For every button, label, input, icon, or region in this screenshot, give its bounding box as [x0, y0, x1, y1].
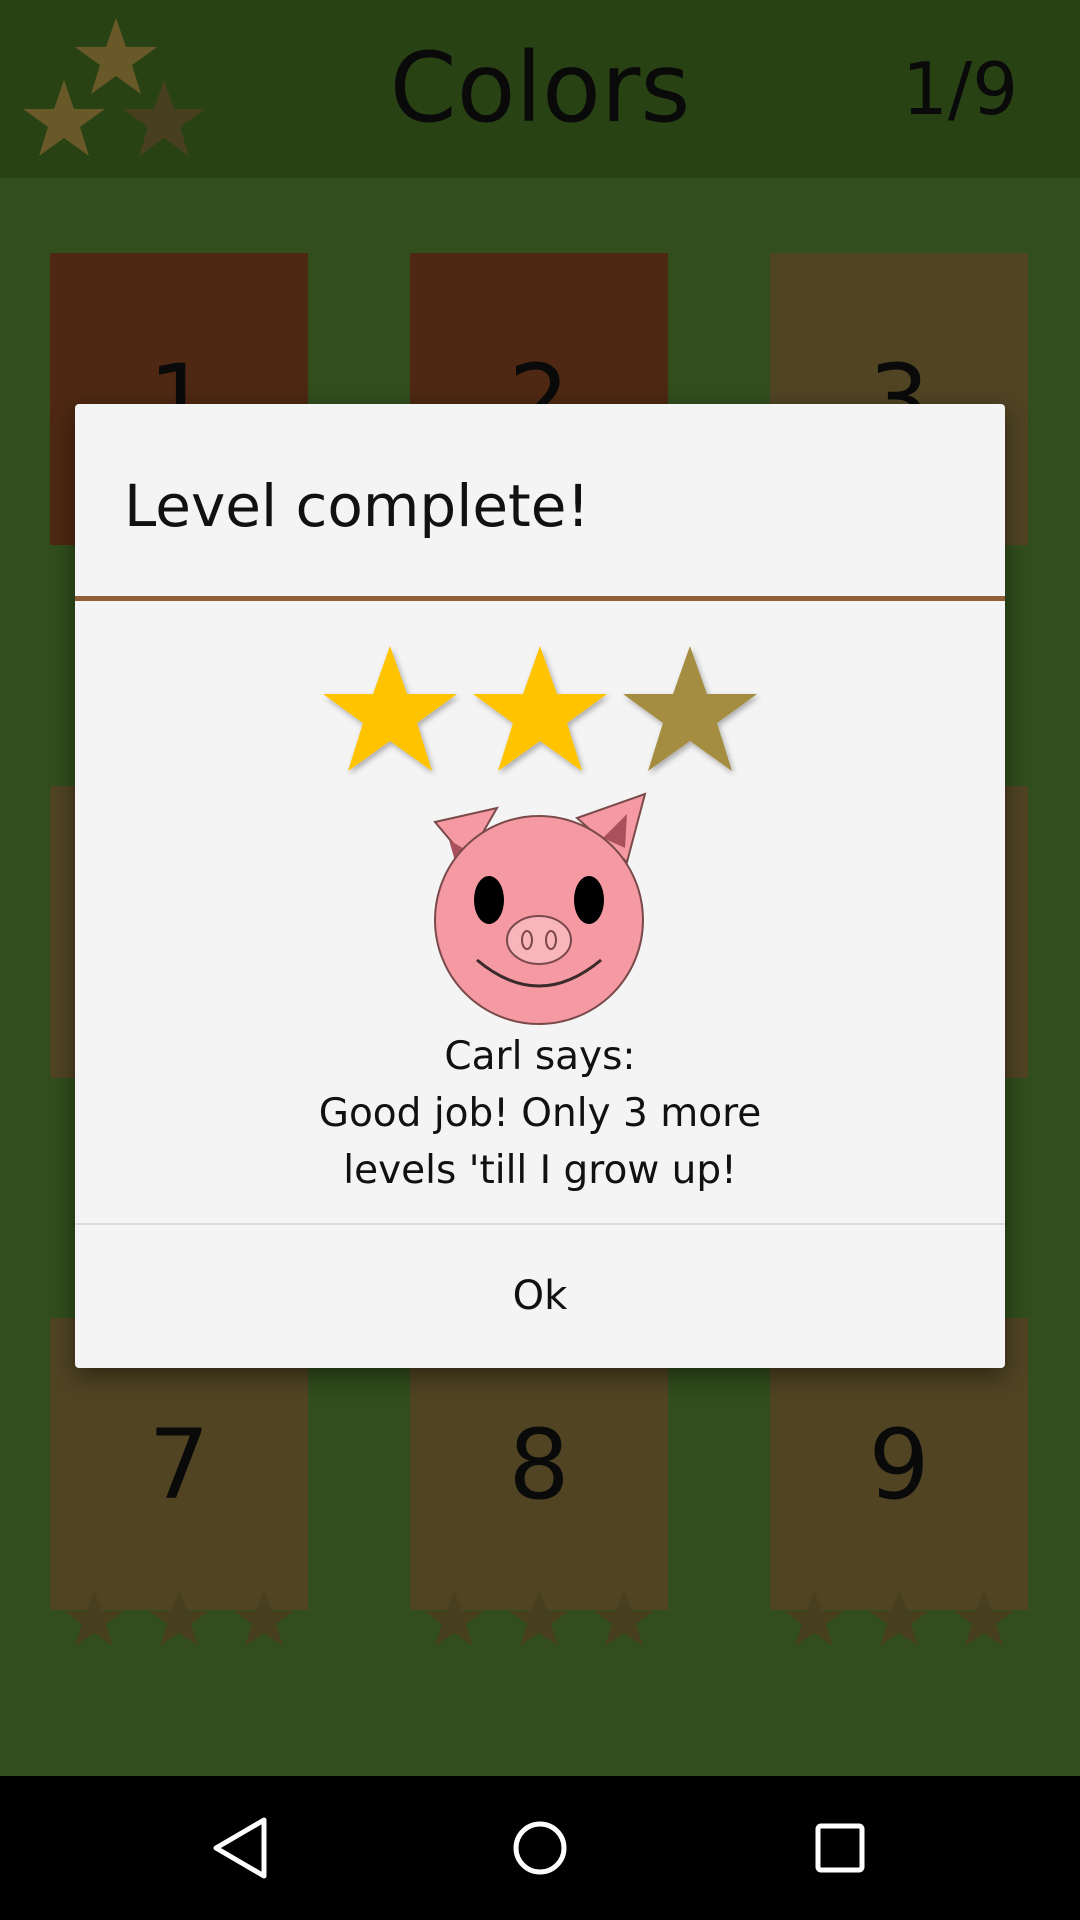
star-icon [323, 646, 457, 771]
home-circle-icon[interactable] [500, 1808, 580, 1888]
level-complete-dialog: Level complete! Carl says: Good job! Onl… [75, 404, 1005, 1368]
recent-apps-square-icon[interactable] [800, 1808, 880, 1888]
message-line: Carl says: [444, 1034, 636, 1079]
message-line: Good job! Only 3 more [318, 1091, 762, 1136]
dialog-title-divider [75, 596, 1005, 601]
dialog-star-rating [323, 646, 757, 771]
star-icon [473, 646, 607, 771]
dialog-title: Level complete! [124, 472, 590, 540]
pig-face-icon [433, 792, 647, 1025]
back-triangle-icon[interactable] [200, 1808, 280, 1888]
star-icon [623, 646, 757, 771]
game-screen: Colors 1/9 1 2 3 4 5 6 7 8 9 [0, 0, 1080, 1776]
ok-button[interactable]: Ok [75, 1225, 1005, 1368]
system-nav-bar [0, 1776, 1080, 1920]
dialog-message: Carl says: Good job! Only 3 more levels … [75, 1028, 1005, 1199]
message-line: levels 'till I grow up! [343, 1148, 737, 1193]
